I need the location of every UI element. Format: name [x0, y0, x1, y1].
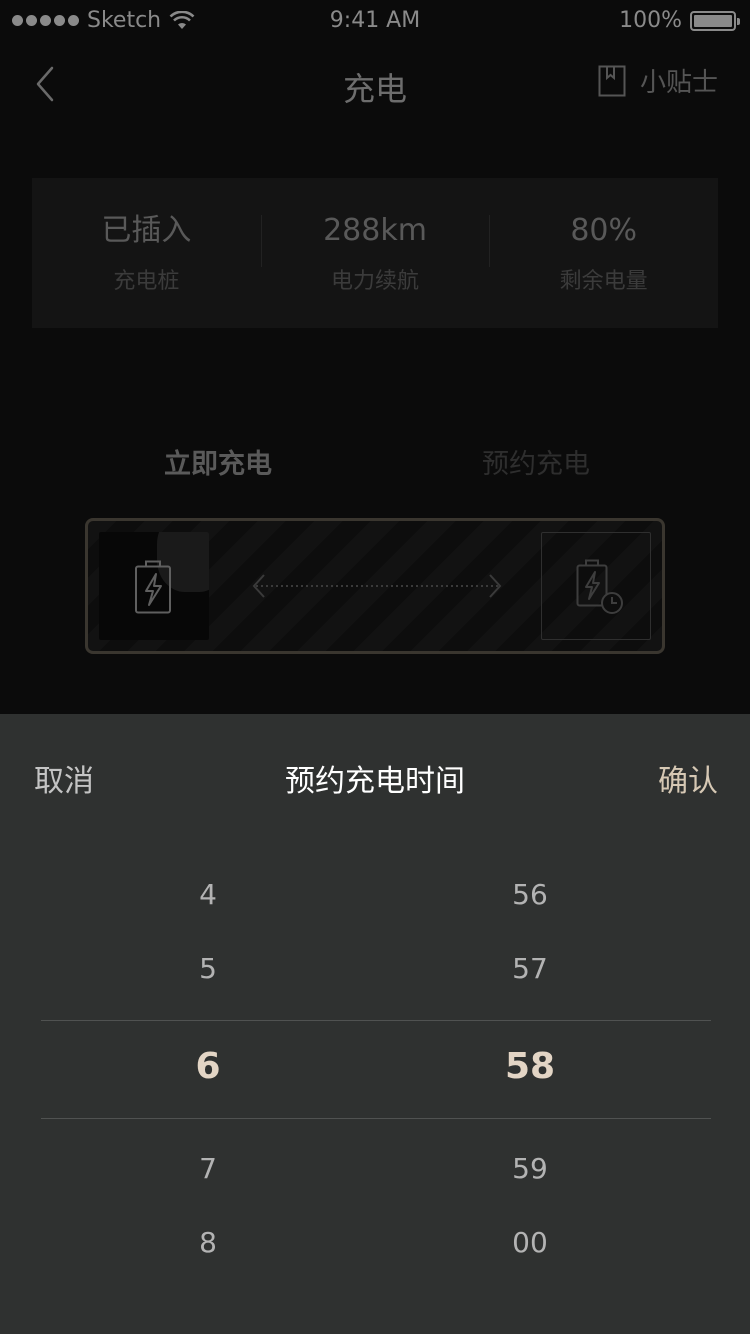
- slider-handle[interactable]: [99, 532, 209, 640]
- charge-mode-slider[interactable]: [85, 518, 665, 654]
- stat-range: 288km 电力续航: [260, 211, 490, 295]
- tips-label: 小贴士: [639, 68, 718, 98]
- minute-option-selected[interactable]: 58: [430, 1046, 630, 1087]
- hour-option[interactable]: 7: [108, 1152, 308, 1185]
- minute-option[interactable]: 59: [430, 1152, 630, 1185]
- battery-percent: 100%: [619, 8, 682, 33]
- double-arrow-icon: [252, 574, 502, 598]
- hour-option[interactable]: 4: [108, 878, 308, 911]
- stat-charging-pile: 已插入 充电桩: [32, 211, 261, 295]
- hour-wheel[interactable]: 4 5 6 7 8: [108, 714, 308, 1334]
- stat-value: 已插入: [101, 213, 192, 248]
- stat-value: 288km: [323, 213, 427, 248]
- tips-button[interactable]: 小贴士: [598, 62, 718, 99]
- tab-charge-now[interactable]: 立即充电: [164, 442, 272, 481]
- charging-stats-card: 已插入 充电桩 288km 电力续航 80% 剩余电量: [32, 178, 718, 328]
- hour-option[interactable]: 5: [108, 952, 308, 985]
- bookmark-icon: [598, 65, 626, 96]
- tab-scheduled-charge[interactable]: 预约充电: [482, 442, 590, 481]
- battery-level: [694, 14, 732, 27]
- time-picker-sheet: 取消 预约充电时间 确认 4 5 6 7 8 56 57 58 59 00: [0, 714, 750, 1334]
- stat-battery-remaining: 80% 剩余电量: [489, 211, 718, 295]
- scheduled-charge-icon: [576, 559, 623, 614]
- status-right: 100%: [619, 8, 740, 33]
- minute-option[interactable]: 56: [430, 878, 630, 911]
- nav-bar: 充电 小贴士: [0, 42, 750, 130]
- minute-wheel[interactable]: 56 57 58 59 00: [430, 714, 630, 1334]
- battery-icon: [690, 10, 740, 31]
- stat-value: 80%: [570, 213, 638, 248]
- battery-charge-icon: [135, 560, 171, 614]
- status-bar: Sketch 9:41 AM 100%: [0, 0, 750, 42]
- minute-option[interactable]: 57: [430, 952, 630, 985]
- stat-label: 电力续航: [331, 269, 420, 294]
- stat-label: 剩余电量: [559, 269, 648, 294]
- confirm-button[interactable]: 确认: [658, 756, 718, 800]
- minute-option[interactable]: 00: [430, 1226, 630, 1259]
- hour-option[interactable]: 8: [108, 1226, 308, 1259]
- stat-label: 充电桩: [113, 269, 180, 294]
- hour-option-selected[interactable]: 6: [108, 1046, 308, 1087]
- slider-target: [541, 532, 651, 640]
